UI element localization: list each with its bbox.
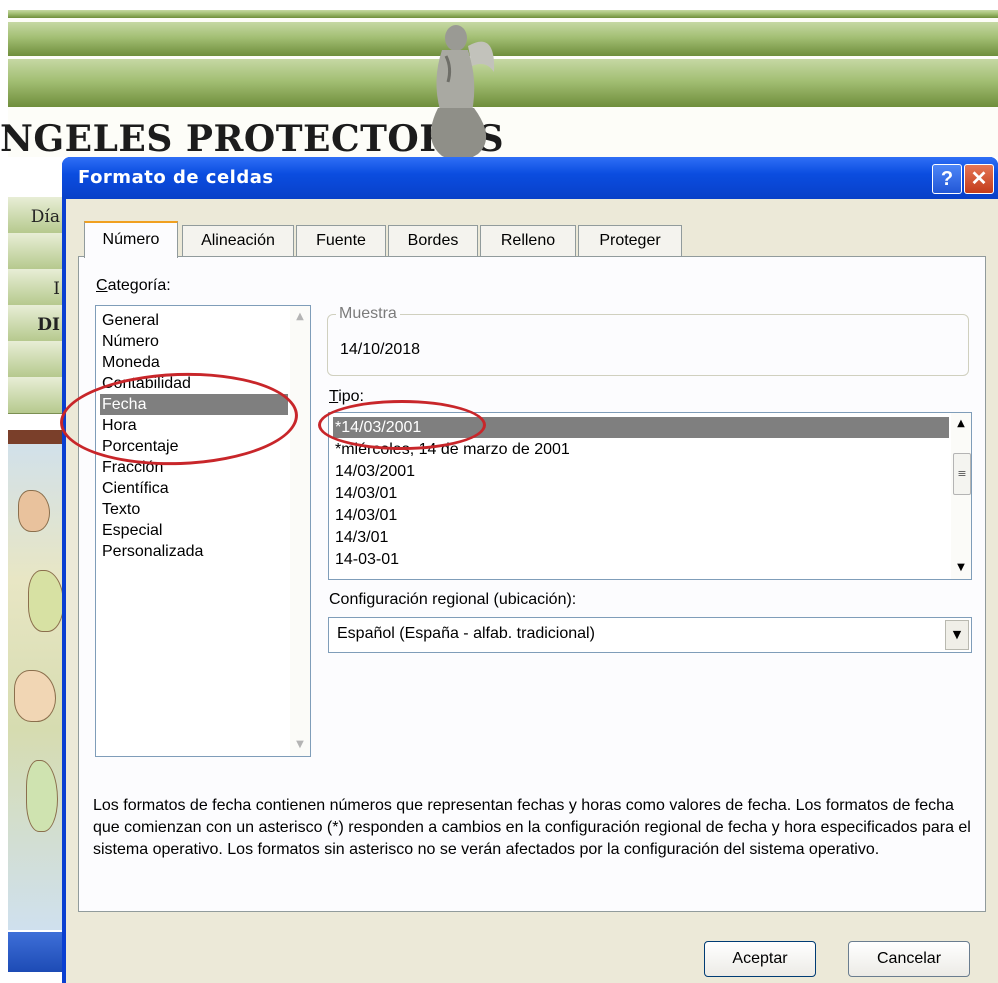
tab-proteger[interactable]: Proteger (578, 225, 682, 257)
header-stripe (8, 59, 998, 107)
taskbar (8, 932, 66, 972)
spreadsheet-row: Día (8, 197, 66, 234)
spreadsheet-row: DI (8, 305, 66, 342)
dialog-titlebar[interactable]: Formato de celdas ? ✕ (62, 157, 998, 199)
cancel-button[interactable]: Cancelar (848, 941, 970, 977)
category-item[interactable]: General (100, 310, 288, 331)
header-stripe (8, 10, 998, 18)
row-label: DI (37, 315, 60, 335)
scroll-up-icon[interactable]: ▲ (292, 309, 308, 325)
tab-page-numero: Categoría: General Número Moneda Contabilid… (78, 256, 986, 912)
spreadsheet-row (8, 233, 66, 270)
tab-relleno[interactable]: Relleno (480, 225, 576, 257)
tab-numero[interactable]: Número (84, 221, 178, 258)
dialog-title: Formato de celdas (78, 167, 274, 188)
category-item[interactable]: Especial (100, 520, 288, 541)
category-description: Los formatos de fecha contienen números … (93, 797, 971, 858)
chevron-down-icon[interactable]: ▼ (945, 620, 969, 650)
sample-label: Muestra (336, 305, 400, 323)
category-item[interactable]: Moneda (100, 352, 288, 373)
scroll-down-icon[interactable]: ▼ (953, 560, 969, 576)
category-item[interactable]: Texto (100, 499, 288, 520)
type-item[interactable]: 14-03-01 (333, 549, 949, 570)
header-stripe (8, 22, 998, 56)
category-scrollbar[interactable]: ▲ ▼ (290, 306, 310, 756)
sample-value: 14/10/2018 (340, 341, 421, 358)
spreadsheet-row (8, 377, 66, 414)
spreadsheet-row (8, 341, 66, 378)
type-scrollbar[interactable]: ▲ ≡ ▼ (951, 413, 971, 579)
type-item[interactable]: 14/03/01 (333, 483, 949, 504)
locale-label: Configuración regional (ubicación): (329, 591, 577, 608)
annotation-circle-type (318, 400, 486, 450)
close-button[interactable]: ✕ (964, 164, 994, 194)
category-item[interactable]: Número (100, 331, 288, 352)
type-item[interactable]: 14/3/01 (333, 527, 949, 548)
scroll-down-icon[interactable]: ▼ (292, 737, 308, 753)
category-item[interactable]: Científica (100, 478, 288, 499)
category-label: Categoría: (96, 277, 171, 294)
locale-combobox[interactable]: Español (España - alfab. tradicional) ▼ (328, 617, 972, 653)
tab-fuente[interactable]: Fuente (296, 225, 386, 257)
spreadsheet-row: I (8, 269, 66, 306)
tab-alineacion[interactable]: Alineación (182, 225, 294, 257)
type-item[interactable]: 14/03/01 (333, 505, 949, 526)
type-item[interactable]: 14/03/2001 (333, 461, 949, 482)
help-button[interactable]: ? (932, 164, 962, 194)
map-image (8, 430, 66, 930)
locale-value: Español (España - alfab. tradicional) (337, 625, 595, 642)
scroll-up-icon[interactable]: ▲ (953, 416, 969, 432)
accept-button[interactable]: Aceptar (704, 941, 816, 977)
dialog-client: Número Alineación Fuente Bordes Relleno … (66, 199, 998, 983)
row-label: I (53, 279, 60, 299)
tab-bordes[interactable]: Bordes (388, 225, 478, 257)
row-label: Día (30, 207, 60, 227)
scroll-thumb[interactable]: ≡ (953, 453, 971, 495)
angel-statue-image (430, 25, 495, 161)
format-cells-dialog: Formato de celdas ? ✕ Número Alineación … (62, 157, 998, 983)
category-item[interactable]: Personalizada (100, 541, 288, 562)
sample-groupbox: Muestra 14/10/2018 (327, 305, 969, 376)
